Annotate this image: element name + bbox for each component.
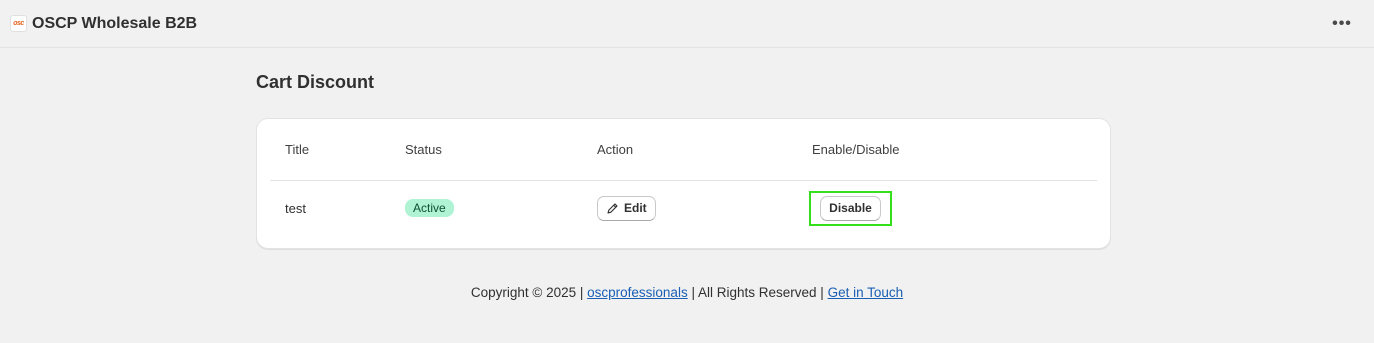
get-in-touch-link[interactable]: Get in Touch [828, 285, 904, 300]
main-content: Cart Discount Title Status Action Enable… [256, 48, 1111, 249]
table-header: Title Status Action Enable/Disable [270, 119, 1097, 181]
disable-button-highlight: Disable [809, 190, 892, 226]
footer: Copyright © 2025 | oscprofessionals | Al… [0, 285, 1374, 300]
ellipsis-icon[interactable]: ••• [1328, 10, 1356, 38]
top-bar: osc OSCP Wholesale B2B ••• [0, 0, 1374, 48]
footer-copyright: Copyright © 2025 | [470, 285, 584, 300]
column-header-enable-disable: Enable/Disable [812, 142, 900, 157]
table-row: test Active Edit Disable [270, 181, 1097, 235]
app-logo: osc [10, 15, 27, 32]
footer-rights: | All Rights Reserved | [691, 285, 824, 300]
pencil-icon [607, 202, 618, 214]
app-title: OSCP Wholesale B2B [32, 14, 198, 32]
app-logo-text: osc [13, 20, 24, 27]
disable-button[interactable]: Disable [820, 195, 881, 221]
company-link[interactable]: oscprofessionals [587, 285, 688, 300]
column-header-status: Status [405, 142, 442, 157]
edit-button-label: Edit [624, 201, 647, 215]
column-header-action: Action [597, 142, 634, 157]
edit-button[interactable]: Edit [597, 195, 656, 221]
page-title: Cart Discount [256, 72, 375, 92]
discount-table-card: Title Status Action Enable/Disable test … [256, 118, 1111, 249]
column-header-title: Title [285, 142, 310, 157]
row-title: test [285, 200, 306, 216]
status-badge: Active [405, 199, 454, 217]
